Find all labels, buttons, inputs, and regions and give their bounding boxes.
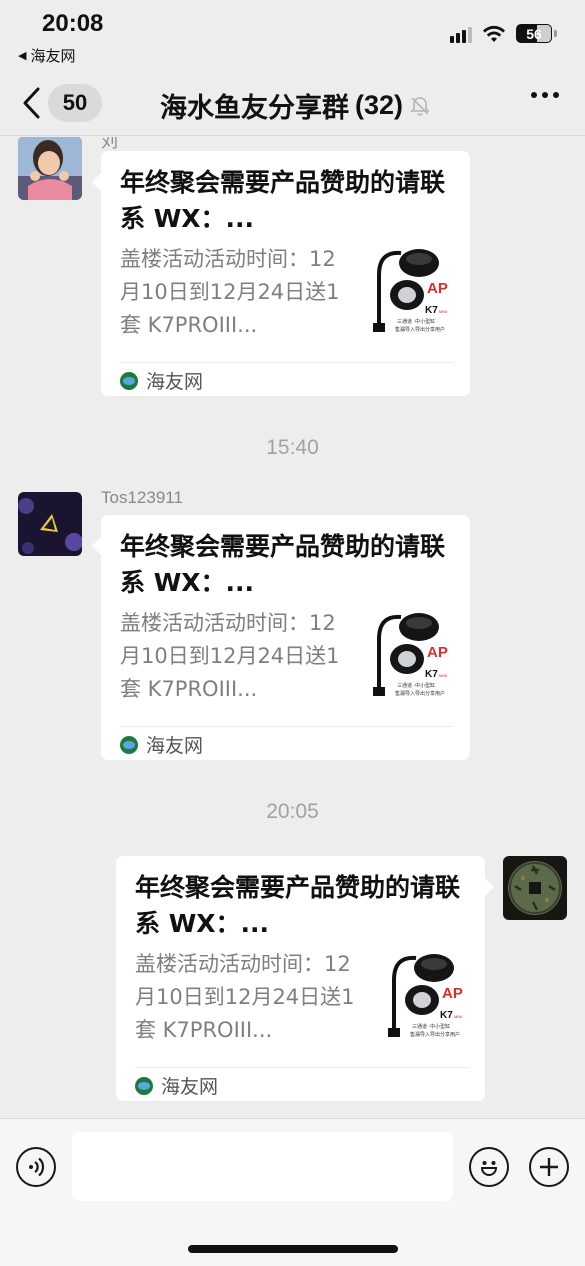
voice-button[interactable] bbox=[16, 1147, 56, 1187]
source-logo-icon bbox=[120, 371, 138, 390]
card-title: 年终聚会需要产品赞助的请联系 WX：... bbox=[120, 532, 446, 597]
back-triangle-icon: ◀ bbox=[18, 49, 27, 62]
product-thumbnail: AP K7 MINI 三通道 ·中小型缸 售漏导入导出分享用户 bbox=[367, 245, 453, 335]
member-count: (32) bbox=[355, 90, 404, 120]
avatar-image bbox=[18, 137, 82, 200]
cellular-signal-icon bbox=[450, 25, 472, 43]
link-card[interactable]: 年终聚会需要产品赞助的请联系 WX：... 盖楼活动活动时间：12月10日到12… bbox=[92, 515, 470, 760]
input-bar bbox=[0, 1118, 585, 1266]
status-time: 20:08 bbox=[42, 10, 104, 37]
thumb-caption-2: 售漏导入导出分享用户 bbox=[410, 1031, 460, 1038]
avatar[interactable] bbox=[503, 856, 567, 920]
chat-header: 50 海水鱼友分享群 (32) bbox=[0, 70, 585, 136]
card-divider bbox=[120, 726, 453, 727]
source-logo-icon bbox=[135, 1076, 153, 1095]
battery-tip bbox=[554, 30, 557, 37]
sender-name: 刘 bbox=[101, 137, 118, 151]
thumb-brand: AP bbox=[427, 280, 448, 297]
unread-count-badge: 50 bbox=[48, 84, 102, 122]
message-list[interactable]: 刘 年终聚会需要产品赞助的请联系 WX：... 盖楼活动活动时间：12月10日到… bbox=[0, 137, 585, 1117]
source-logo-icon bbox=[120, 735, 138, 754]
thumb-model: K7 bbox=[425, 305, 438, 316]
card-description: 盖楼活动活动时间：12月10日到12月24日送1套 K7PROIII... bbox=[120, 611, 340, 701]
thumb-caption-1: 三通道 ·中小型缸 bbox=[397, 318, 435, 325]
thumb-caption-1: 三通道 ·中小型缸 bbox=[412, 1023, 450, 1030]
wifi-icon bbox=[483, 25, 505, 42]
message-timestamp: 20:05 bbox=[266, 800, 319, 823]
avatar-image bbox=[503, 856, 567, 920]
sender-name: Tos123911 bbox=[101, 488, 183, 507]
card-description: 盖楼活动活动时间：12月10日到12月24日送1套 K7PROIII... bbox=[135, 952, 355, 1042]
voice-icon bbox=[29, 1157, 45, 1177]
source-name: 海友网 bbox=[161, 1076, 219, 1098]
more-dot bbox=[553, 92, 559, 98]
plus-button[interactable] bbox=[529, 1147, 569, 1187]
card-source: 海友网 bbox=[120, 731, 203, 758]
card-divider bbox=[120, 362, 453, 363]
group-name: 海水鱼友分享群 bbox=[160, 93, 349, 124]
card-description: 盖楼活动活动时间：12月10日到12月24日送1套 K7PROIII... bbox=[120, 247, 340, 337]
thumb-caption-2: 售漏导入导出分享用户 bbox=[395, 690, 445, 697]
link-card[interactable]: 年终聚会需要产品赞助的请联系 WX：... 盖楼活动活动时间：12月10日到12… bbox=[92, 151, 470, 396]
battery-icon: 56 bbox=[516, 24, 552, 43]
home-indicator[interactable] bbox=[188, 1245, 398, 1253]
card-source: 海友网 bbox=[135, 1072, 218, 1099]
thumb-model-sub: MINI bbox=[439, 673, 447, 678]
product-thumbnail: AP K7 MINI 三通道 ·中小型缸 售漏导入导出分享用户 bbox=[367, 609, 453, 699]
card-title: 年终聚会需要产品赞助的请联系 WX：... bbox=[120, 168, 446, 233]
emoji-button[interactable] bbox=[469, 1147, 509, 1187]
back-to-app-link[interactable]: ◀ 海友网 bbox=[18, 45, 75, 66]
avatar[interactable] bbox=[18, 492, 82, 556]
link-card[interactable]: 年终聚会需要产品赞助的请联系 WX：... 盖楼活动活动时间：12月10日到12… bbox=[116, 856, 494, 1101]
avatar[interactable] bbox=[18, 137, 82, 200]
back-button[interactable]: 50 bbox=[22, 84, 102, 122]
card-divider bbox=[135, 1067, 468, 1068]
card-source: 海友网 bbox=[120, 367, 203, 394]
back-app-label: 海友网 bbox=[30, 47, 76, 65]
card-title: 年终聚会需要产品赞助的请联系 WX：... bbox=[135, 873, 461, 938]
thumb-caption-2: 售漏导入导出分享用户 bbox=[395, 326, 445, 333]
thumb-brand: AP bbox=[442, 985, 463, 1002]
thumb-model-sub: MINI bbox=[439, 309, 447, 314]
more-dot bbox=[531, 92, 537, 98]
source-name: 海友网 bbox=[146, 735, 204, 757]
thumb-brand: AP bbox=[427, 644, 448, 661]
status-bar: 20:08 ◀ 海友网 56 bbox=[0, 0, 585, 70]
chevron-left-icon bbox=[23, 87, 40, 119]
message-timestamp: 15:40 bbox=[266, 436, 319, 459]
product-thumbnail: AP K7 MINI 三通道 ·中小型缸 售漏导入导出分享用户 bbox=[382, 950, 468, 1040]
more-button[interactable] bbox=[531, 92, 559, 98]
battery-level: 56 bbox=[526, 25, 542, 42]
more-dot bbox=[542, 92, 548, 98]
emoji-icon bbox=[480, 1161, 498, 1176]
thumb-model: K7 bbox=[425, 669, 438, 680]
avatar-image bbox=[18, 492, 82, 556]
source-name: 海友网 bbox=[146, 371, 204, 393]
thumb-caption-1: 三通道 ·中小型缸 bbox=[397, 682, 435, 689]
thumb-model: K7 bbox=[440, 1010, 453, 1021]
message-input[interactable] bbox=[72, 1132, 453, 1201]
thumb-model-sub: MINI bbox=[454, 1014, 462, 1019]
mute-bell-icon bbox=[410, 96, 430, 116]
plus-icon bbox=[540, 1158, 558, 1176]
chat-title: 海水鱼友分享群 (32) bbox=[160, 86, 431, 125]
